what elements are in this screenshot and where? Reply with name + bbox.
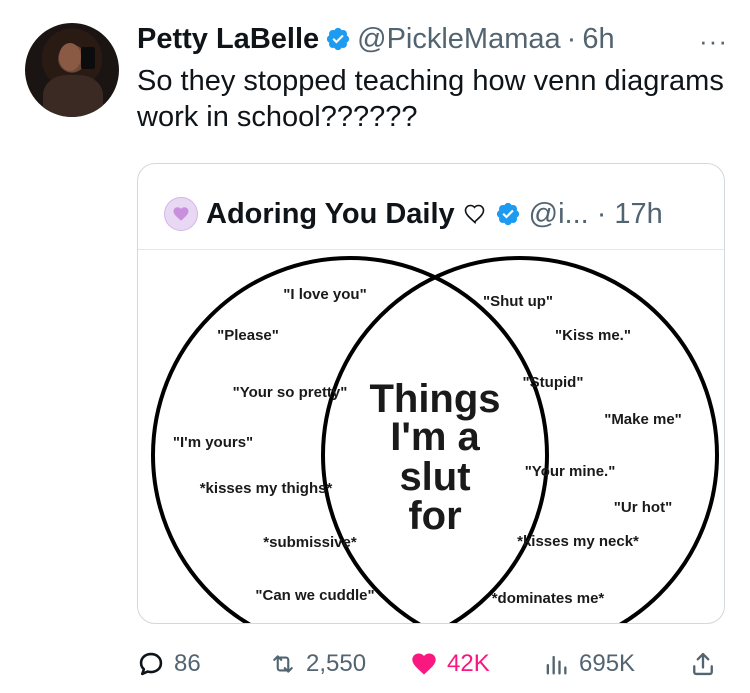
center-line: I'm a <box>390 415 480 459</box>
left-item: *submissive* <box>263 534 357 551</box>
author-name[interactable]: Petty LaBelle <box>137 23 319 56</box>
quoted-tweet-header: Adoring You Daily @i... · 17h <box>164 194 663 234</box>
left-item: "Can we cuddle" <box>255 587 374 604</box>
author-avatar[interactable] <box>25 23 119 117</box>
left-item: "Please" <box>217 327 279 344</box>
more-icon[interactable]: ··· <box>699 26 728 57</box>
right-item: "Ur hot" <box>614 499 672 516</box>
avatar-phone <box>81 47 95 69</box>
quoted-header-separator: · <box>596 197 607 230</box>
tweet-header: Petty LaBelle @PickleMamaa · 6h <box>137 19 615 59</box>
heart-bubble-icon <box>173 207 189 221</box>
views-count: 695K <box>579 650 636 677</box>
right-item: "Shut up" <box>483 293 553 310</box>
share-icon <box>693 652 713 676</box>
venn-diagram-image[interactable]: "I love you" "Please" "Your so pretty" "… <box>138 249 724 623</box>
like-count: 42K <box>447 650 490 677</box>
retweet-button[interactable]: 2,550 <box>269 644 366 684</box>
author-handle[interactable]: @PickleMamaa <box>357 23 561 56</box>
right-item: "Kiss me." <box>555 327 631 344</box>
avatar-face <box>59 43 81 71</box>
right-item: "Stupid" <box>523 374 584 391</box>
action-bar: 86 2,550 42K 695K <box>137 644 727 684</box>
quoted-tweet[interactable]: Adoring You Daily @i... · 17h "I love yo… <box>137 163 725 624</box>
retweet-icon <box>273 655 293 673</box>
heart-outline-icon <box>464 204 484 225</box>
like-icon <box>412 653 436 675</box>
quoted-author-name[interactable]: Adoring You Daily <box>206 198 455 231</box>
center-line: for <box>408 494 461 538</box>
right-item: "Your mine." <box>525 463 616 480</box>
verified-badge-icon <box>327 27 350 51</box>
left-item: "Your so pretty" <box>233 384 348 401</box>
retweet-count: 2,550 <box>306 650 367 677</box>
tweet-text: So they stopped teaching how venn diagra… <box>137 65 724 133</box>
right-item: *dominates me* <box>492 590 605 607</box>
tweet-time[interactable]: 6h <box>582 23 614 56</box>
views-icon <box>546 655 567 675</box>
right-circle <box>321 256 719 623</box>
left-item: *kisses my thighs* <box>200 480 333 497</box>
quoted-author-avatar <box>164 197 198 231</box>
quoted-tweet-time[interactable]: 17h <box>614 198 662 231</box>
quoted-author-handle[interactable]: @i... <box>529 198 589 231</box>
share-button[interactable] <box>689 644 717 684</box>
left-item: "I love you" <box>283 286 366 303</box>
views-button[interactable]: 695K <box>542 644 635 684</box>
reply-icon <box>139 652 163 676</box>
center-line: slut <box>399 455 470 499</box>
reply-count: 86 <box>174 650 201 677</box>
quoted-verified-badge-icon <box>496 202 519 226</box>
header-separator: · <box>566 22 577 55</box>
right-item: "Make me" <box>604 411 682 428</box>
venn-diagram: "I love you" "Please" "Your so pretty" "… <box>151 256 719 623</box>
like-button[interactable]: 42K <box>410 644 490 684</box>
right-item: *kisses my neck* <box>517 533 639 550</box>
avatar-figure <box>43 75 103 117</box>
left-item: "I'm yours" <box>173 434 253 451</box>
reply-button[interactable]: 86 <box>137 644 201 684</box>
